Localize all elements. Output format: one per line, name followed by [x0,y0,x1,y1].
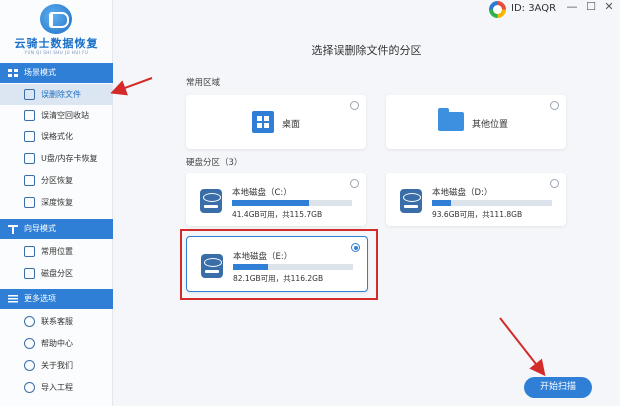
app-window: 云骑士数据恢复 YUN QI SHI SHU JU HUI FU 场景模式 误删… [0,0,620,406]
arrow-to-start-scan [499,317,546,377]
arrow-to-deleted-files [110,77,153,96]
annotation-arrows [110,77,546,377]
